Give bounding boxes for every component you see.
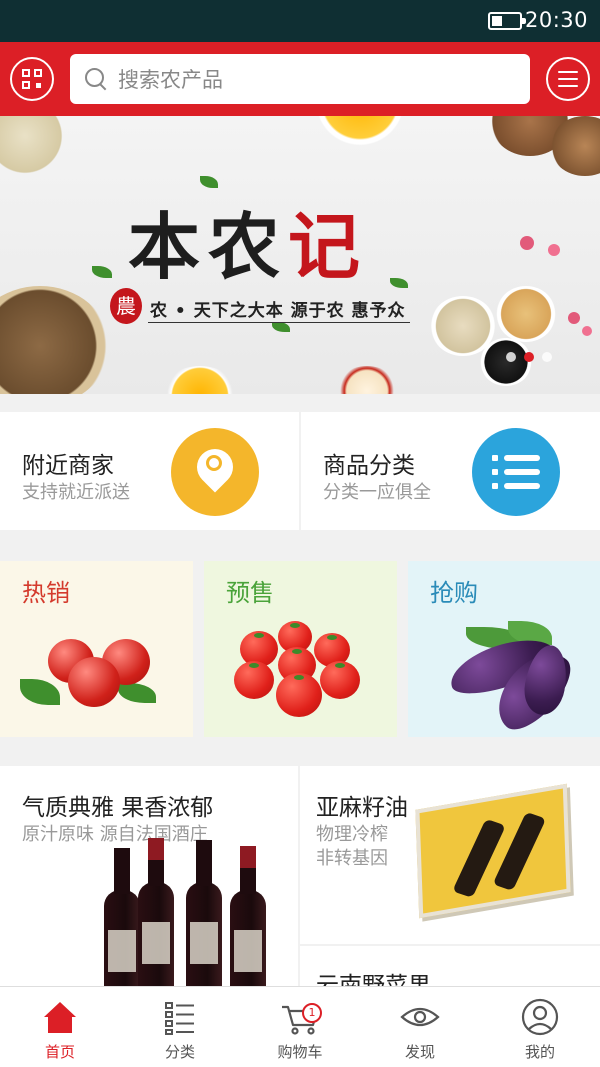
location-search-icon	[171, 428, 259, 516]
presale-card[interactable]: 预售	[204, 561, 397, 737]
tab-discover[interactable]: 发现	[360, 987, 480, 1067]
bottom-tab-bar: 首页 分类 1 购物车 发现 我的	[0, 986, 600, 1067]
user-icon	[521, 998, 559, 1036]
leaf-decoration	[92, 266, 112, 278]
product-title: 云南野菜果	[316, 973, 431, 986]
blossom-decoration	[520, 236, 534, 250]
product-subtitle: 原汁原味 源自法国酒庄	[22, 824, 208, 845]
card-subtitle: 分类一应俱全	[323, 482, 431, 503]
promo-title: 热销	[22, 579, 70, 607]
banner-title: 本农记	[128, 204, 369, 289]
product-subtitle: 非转基因	[316, 848, 388, 869]
wine-bottle-image	[104, 848, 140, 986]
herb-bowl-image	[0, 116, 70, 176]
menu-button[interactable]	[546, 57, 590, 101]
tab-label: 我的	[524, 1043, 555, 1061]
tab-label: 购物车	[277, 1043, 323, 1061]
pagination-dot[interactable]	[506, 352, 516, 362]
black-sesame-bowl-image	[480, 338, 532, 386]
apple-leaf	[118, 683, 156, 703]
tab-cart[interactable]: 1 购物车	[240, 987, 360, 1067]
banner-slogan: 农 • 天下之大本 源于农 惠予众	[150, 301, 406, 321]
category-icon	[165, 1002, 194, 1035]
tab-label: 分类	[164, 1043, 195, 1061]
blossom-decoration	[568, 312, 580, 324]
wine-bottle-image	[186, 840, 222, 986]
banner-pagination[interactable]	[506, 352, 552, 362]
product-title: 亚麻籽油	[316, 795, 408, 821]
apple-slice-image	[335, 366, 399, 394]
cart-badge: 1	[302, 1003, 322, 1023]
product-subtitle: 物理冷榨	[316, 824, 388, 845]
millet-bowl-image	[496, 286, 556, 342]
tab-profile[interactable]: 我的	[480, 987, 600, 1067]
status-bar: 20:30	[0, 0, 600, 42]
wine-product-card[interactable]: 气质典雅 果香浓郁 原汁原味 源自法国酒庄	[0, 766, 298, 986]
top-header: 搜索农产品	[0, 42, 600, 116]
home-icon	[44, 1002, 76, 1033]
promo-title: 抢购	[430, 579, 478, 607]
card-subtitle: 支持就近派送	[22, 482, 130, 503]
status-time: 20:30	[524, 8, 588, 32]
apple-image	[68, 657, 120, 707]
banner-seal: 農	[110, 288, 142, 324]
flash-sale-card[interactable]: 抢购	[408, 561, 600, 737]
blossom-decoration	[548, 244, 560, 256]
tab-home[interactable]: 首页	[0, 987, 120, 1067]
tab-category[interactable]: 分类	[120, 987, 240, 1067]
tomato-image	[320, 661, 360, 699]
blossom-decoration	[582, 326, 592, 336]
search-icon	[84, 67, 108, 91]
battery-icon	[488, 12, 526, 30]
search-placeholder: 搜索农产品	[118, 68, 223, 92]
qr-scan-icon	[22, 69, 42, 89]
qr-scan-button[interactable]	[10, 57, 54, 101]
flaxseed-oil-card[interactable]: 亚麻籽油 物理冷榨 非转基因	[300, 766, 600, 944]
orange-slice-image	[310, 116, 410, 146]
nearby-merchants-card[interactable]: 附近商家 支持就近派送	[0, 412, 299, 530]
search-input[interactable]: 搜索农产品	[70, 54, 530, 104]
hero-banner[interactable]: 本农记 農 农 • 天下之大本 源于农 惠予众	[0, 116, 600, 394]
tab-label: 发现	[404, 1043, 435, 1061]
pagination-dot[interactable]	[542, 352, 552, 362]
wild-vegetable-card[interactable]: 云南野菜果	[300, 946, 600, 986]
leaf-decoration	[272, 322, 290, 332]
hot-sale-card[interactable]: 热销	[0, 561, 193, 737]
leaf-decoration	[200, 176, 218, 188]
grain-bowl-image	[0, 286, 110, 394]
wine-bottle-image	[138, 838, 174, 986]
tomato-image	[276, 673, 322, 717]
slogan-underline	[148, 322, 410, 323]
product-title: 气质典雅 果香浓郁	[22, 795, 214, 821]
promo-title: 预售	[226, 579, 274, 607]
tomato-image	[234, 661, 274, 699]
apple-leaf	[20, 679, 60, 705]
leaf-decoration	[390, 278, 408, 288]
card-title: 商品分类	[323, 453, 415, 479]
orange-half-image	[160, 366, 240, 394]
product-categories-card[interactable]: 商品分类 分类一应俱全	[301, 412, 600, 530]
oil-gift-box-image	[415, 783, 571, 919]
pagination-dot-active[interactable]	[524, 352, 534, 362]
menu-icon	[558, 71, 578, 87]
eye-icon	[400, 1007, 440, 1027]
wine-bottle-image	[230, 846, 266, 986]
category-list-icon	[472, 428, 560, 516]
tab-label: 首页	[44, 1043, 75, 1061]
card-title: 附近商家	[22, 453, 114, 479]
